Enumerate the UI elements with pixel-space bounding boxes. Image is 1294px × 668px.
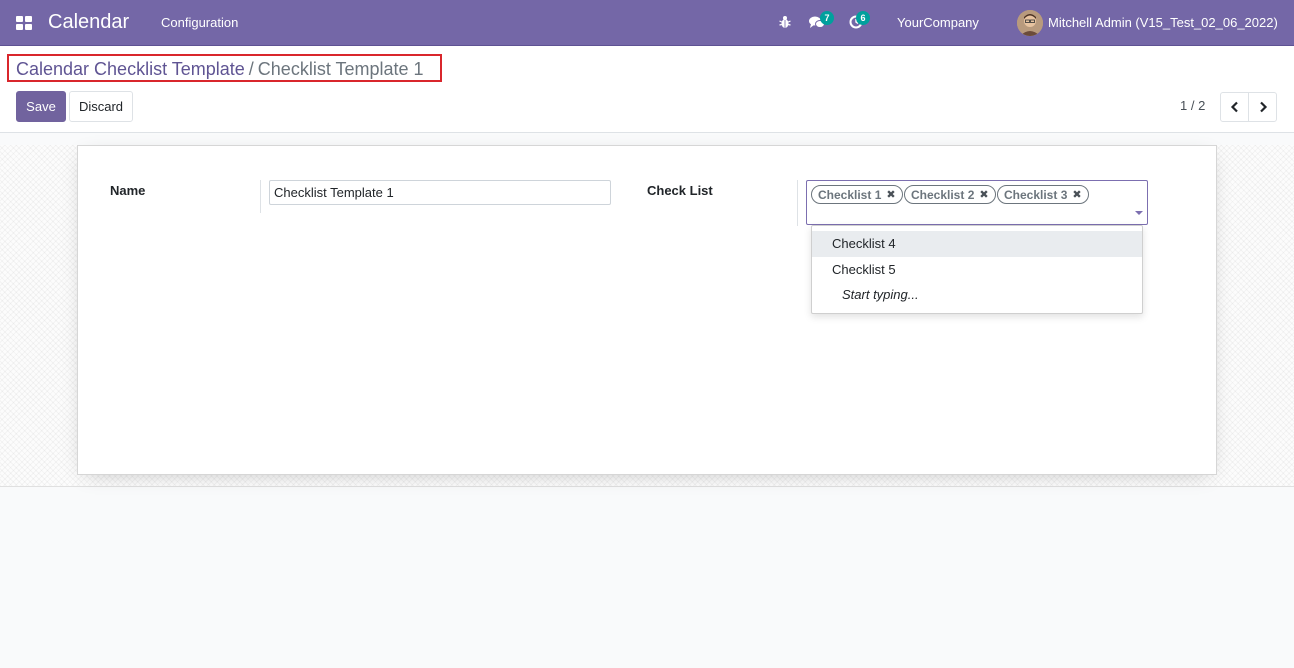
company-switcher[interactable]: YourCompany — [897, 15, 979, 30]
caret-down-icon[interactable] — [1135, 211, 1143, 215]
dropdown-option[interactable]: Checklist 4 — [812, 231, 1142, 257]
checklist-dropdown: Checklist 4 Checklist 5 Start typing... — [811, 225, 1143, 314]
checklist-label: Check List — [647, 183, 713, 198]
times-icon[interactable]: ✖ — [886, 188, 895, 201]
breadcrumb-parent[interactable]: Calendar Checklist Template — [16, 59, 245, 79]
field-divider — [797, 180, 798, 226]
chevron-left-icon — [1230, 101, 1238, 113]
app-title[interactable]: Calendar — [48, 11, 129, 34]
breadcrumb-current: Checklist Template 1 — [257, 59, 424, 79]
dropdown-search-more[interactable]: Start typing... — [812, 282, 1142, 308]
tag-checklist-3: Checklist 3 ✖ — [997, 185, 1089, 204]
pager-previous-button[interactable] — [1220, 92, 1249, 122]
dropdown-option[interactable]: Checklist 5 — [812, 257, 1142, 283]
control-panel: Calendar Checklist Template / Checklist Te… — [0, 46, 1294, 133]
breadcrumb-separator: / — [248, 59, 254, 79]
tag-label: Checklist 2 — [911, 187, 975, 202]
menu-configuration[interactable]: Configuration — [161, 15, 238, 30]
times-icon[interactable]: ✖ — [1072, 188, 1081, 201]
pager-next-button[interactable] — [1248, 92, 1277, 122]
tag-checklist-1: Checklist 1 ✖ — [811, 185, 903, 204]
name-label: Name — [110, 183, 146, 198]
checklist-tags-field[interactable]: Checklist 1 ✖ Checklist 2 ✖ Checklist 3 … — [806, 180, 1148, 225]
tag-label: Checklist 1 — [818, 187, 882, 202]
user-avatar[interactable] — [1017, 10, 1043, 36]
tag-label: Checklist 3 — [1004, 187, 1068, 202]
breadcrumb: Calendar Checklist Template / Checklist Te… — [16, 59, 424, 80]
field-divider — [260, 180, 261, 213]
bug-icon[interactable] — [779, 15, 791, 29]
discard-button[interactable]: Discard — [69, 91, 133, 122]
chevron-right-icon — [1259, 101, 1267, 113]
name-input[interactable]: Checklist Template 1 — [269, 180, 611, 205]
pager-value[interactable]: 1 / 2 — [1180, 98, 1205, 113]
tag-checklist-2: Checklist 2 ✖ — [904, 185, 996, 204]
times-icon[interactable]: ✖ — [979, 188, 988, 201]
top-navbar: Calendar Configuration 7 6 YourCompany M… — [0, 0, 1294, 46]
save-button[interactable]: Save — [16, 91, 66, 122]
apps-grid-icon[interactable] — [16, 16, 32, 30]
activity-count-badge: 6 — [856, 11, 870, 25]
user-menu[interactable]: Mitchell Admin (V15_Test_02_06_2022) — [1048, 15, 1278, 30]
chat-count-badge: 7 — [820, 11, 834, 25]
